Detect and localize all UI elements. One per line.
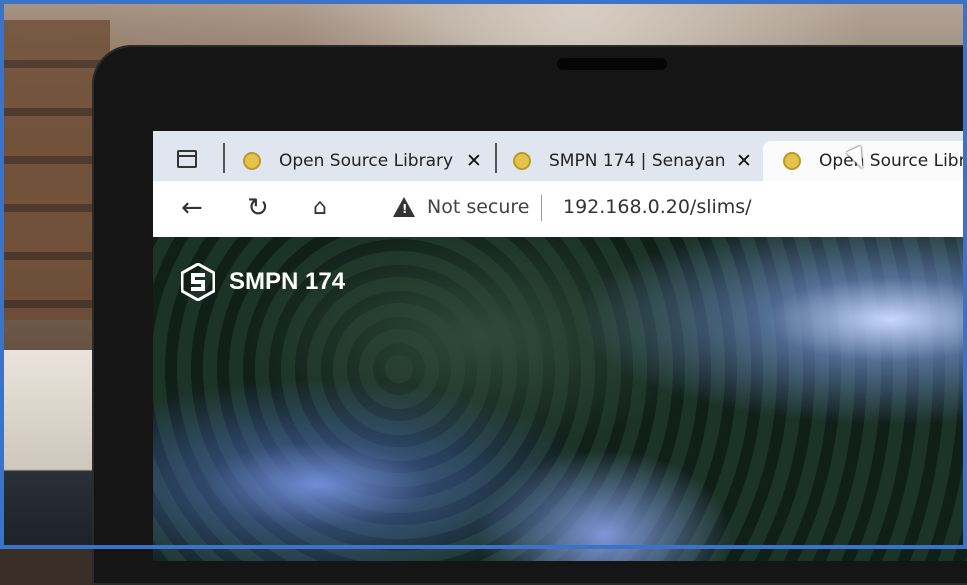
page-content: SMPN 174 — [153, 237, 967, 561]
close-icon[interactable]: ✕ — [736, 150, 752, 172]
tab-divider — [223, 143, 225, 173]
security-label[interactable]: Not secure — [427, 196, 530, 218]
reload-icon[interactable]: ↻ — [247, 193, 269, 223]
tab-2[interactable]: SMPN 174 | Senayan L ✕ — [513, 141, 753, 181]
tab-title: Open Source Library M — [279, 151, 454, 171]
address-bar-url[interactable]: 192.168.0.20/slims/ — [563, 196, 752, 218]
brand-name: SMPN 174 — [229, 268, 346, 295]
tab-title: SMPN 174 | Senayan L — [549, 151, 724, 171]
slims-logo-icon — [181, 263, 215, 301]
owl-favicon-icon — [783, 152, 801, 170]
browser-toolbar: ← ↻ ⌂ ! Not secure 192.168.0.20/slims/ — [153, 181, 967, 238]
tab-actions-icon[interactable] — [177, 150, 197, 168]
owl-favicon-icon — [243, 152, 261, 170]
address-separator — [541, 195, 542, 221]
tab-divider — [495, 143, 497, 173]
tab-strip: Open Source Library M ✕ SMPN 174 | Senay… — [153, 131, 967, 181]
webcam-notch — [557, 58, 667, 70]
warning-icon[interactable]: ! — [393, 197, 415, 217]
laptop-screen: Open Source Library M ✕ SMPN 174 | Senay… — [153, 131, 967, 561]
close-icon[interactable]: ✕ — [466, 150, 482, 172]
owl-favicon-icon — [513, 152, 531, 170]
back-arrow-icon[interactable]: ← — [181, 193, 203, 223]
tab-1[interactable]: Open Source Library M ✕ — [243, 141, 483, 181]
tab-title: Open Source Library — [819, 151, 967, 171]
home-icon[interactable]: ⌂ — [313, 193, 327, 223]
boxes — [0, 350, 100, 549]
brand[interactable]: SMPN 174 — [181, 263, 345, 301]
